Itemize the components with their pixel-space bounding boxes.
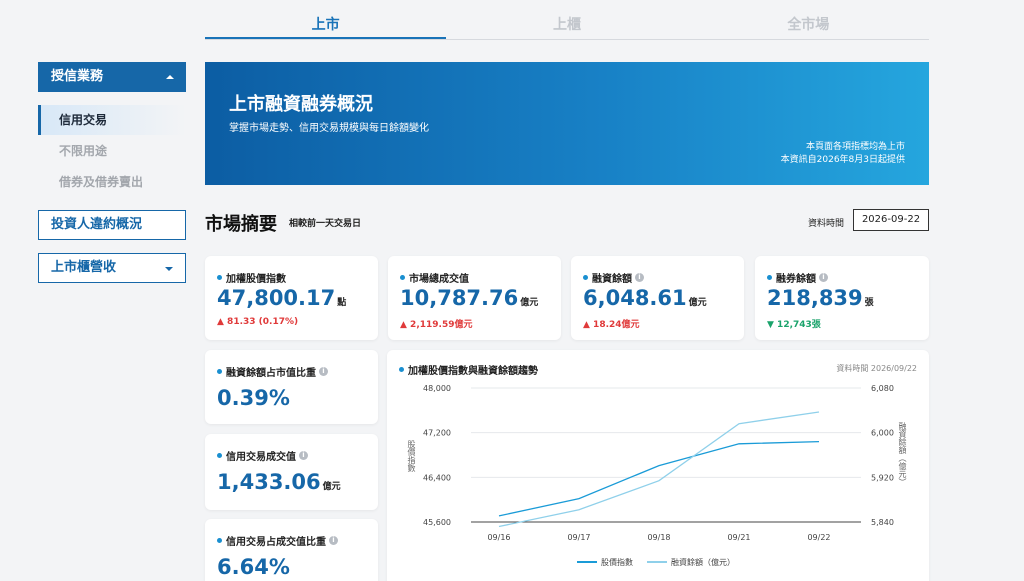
card-margin-ratio: 融資餘額占市值比重 i 0.39% — [205, 350, 378, 424]
card-unit: 點 — [337, 298, 347, 308]
card-value: 47,800.17 — [217, 286, 336, 310]
sidebar-item-unrestricted[interactable]: 不限用途 — [38, 136, 186, 166]
market-tabs: 上市 上櫃 全市場 — [205, 12, 929, 40]
card-value: 6,048.61 — [583, 286, 687, 310]
card-change: ▲ 81.33 (0.17%) — [217, 317, 299, 327]
sidebar-item-revenue[interactable]: 上市櫃營收 — [38, 253, 186, 283]
card-value: 218,839 — [767, 286, 863, 310]
card-value: 1,433.06 — [217, 470, 321, 494]
card-label: 加權股價指數 — [226, 274, 286, 285]
card-unit: 億元 — [520, 298, 539, 308]
series-line-1 — [498, 411, 820, 528]
card-unit: 億元 — [322, 482, 341, 492]
card-unit: 張 — [864, 298, 874, 308]
sidebar-item-securities-lending[interactable]: 借券及借券賣出 — [38, 167, 186, 197]
left-tick-label: 47,200 — [423, 429, 451, 438]
right-tick-label: 6,080 — [871, 384, 894, 393]
info-icon[interactable]: i — [319, 367, 328, 376]
info-icon[interactable]: i — [299, 451, 308, 460]
sidebar-section-credit[interactable]: 授信業務 — [38, 62, 186, 92]
chevron-up-icon — [166, 75, 174, 79]
bullet-icon — [217, 453, 222, 458]
x-tick-label: 09/21 — [727, 533, 750, 542]
data-date-field[interactable]: 2026-09-22 — [853, 209, 929, 231]
card-label: 融資餘額占市值比重 — [226, 368, 316, 379]
sidebar-item-investor-default[interactable]: 投資人違約概況 — [38, 210, 186, 240]
sidebar-item-revenue-label: 上市櫃營收 — [51, 260, 117, 275]
card-change: ▼ 12,743張 — [767, 320, 821, 330]
tab-otc[interactable]: 上櫃 — [446, 12, 687, 39]
hero-banner: 上市融資融券概況 掌握市場走勢、信用交易規模與每日餘額變化 本頁面各項指標均為上… — [205, 62, 929, 185]
card-value: 10,787.76 — [400, 286, 519, 310]
sidebar-section-label: 授信業務 — [51, 69, 104, 84]
card-value: 6.64% — [217, 555, 290, 579]
tab-listed[interactable]: 上市 — [205, 12, 447, 39]
x-tick-label: 09/16 — [487, 533, 510, 542]
series-line-0 — [498, 440, 820, 517]
card-taiex: 加權股價指數 47,800.17 點 ▲ 81.33 (0.17%) — [205, 256, 378, 340]
bullet-icon — [217, 538, 222, 543]
trend-chart-card: 加權股價指數與融資餘額趨勢 資料時間 2026/09/22 股價指數 融資餘額（… — [387, 350, 929, 581]
left-tick-label: 48,000 — [423, 384, 451, 393]
summary-title: 市場摘要 — [205, 214, 277, 235]
summary-subtitle: 相較前一天交易日 — [289, 219, 362, 229]
card-credit-turnover: 信用交易成交值 i 1,433.06 億元 — [205, 434, 378, 510]
bullet-icon — [217, 275, 222, 280]
chevron-down-icon — [165, 267, 173, 271]
card-label: 融券餘額 — [776, 274, 816, 285]
bullet-icon — [583, 275, 588, 280]
x-tick-label: 09/18 — [647, 533, 670, 542]
card-turnover: 市場總成交值 10,787.76 億元 ▲ 2,119.59億元 — [388, 256, 561, 340]
bullet-icon — [767, 275, 772, 280]
card-label: 融資餘額 — [592, 274, 632, 285]
card-value: 0.39% — [217, 386, 290, 410]
card-change: ▲ 2,119.59億元 — [400, 320, 473, 330]
card-label: 信用交易成交值 — [226, 452, 296, 463]
bullet-icon — [400, 275, 405, 280]
left-tick-label: 46,400 — [423, 473, 451, 482]
card-unit: 億元 — [688, 298, 707, 308]
card-change: ▲ 18.24億元 — [583, 320, 640, 330]
banner-subtitle: 掌握市場走勢、信用交易規模與每日餘額變化 — [229, 123, 429, 134]
banner-note-1: 本頁面各項指標均為上市 — [805, 142, 905, 152]
legend-label: 融資餘額（億元） — [671, 557, 735, 567]
legend-label: 股價指數 — [601, 557, 633, 567]
info-icon[interactable]: i — [819, 273, 828, 282]
right-tick-label: 5,920 — [871, 473, 894, 482]
card-short-balance: 融券餘額 i 218,839 張 ▼ 12,743張 — [755, 256, 929, 340]
card-label: 市場總成交值 — [409, 274, 469, 285]
info-icon[interactable]: i — [329, 536, 338, 545]
x-tick-label: 09/22 — [807, 533, 830, 542]
trend-chart: 48,000 6,080 47,200 6,000 46,400 5,920 45,600 5… — [423, 384, 894, 567]
card-credit-ratio: 信用交易占成交值比重 i 6.64% — [205, 519, 378, 581]
card-label: 信用交易占成交值比重 — [226, 537, 326, 548]
right-tick-label: 6,000 — [871, 429, 894, 438]
banner-note-2: 本資訊自2026年8月3日起提供 — [780, 155, 905, 165]
info-icon[interactable]: i — [635, 273, 644, 282]
banner-title: 上市融資融券概況 — [229, 94, 373, 115]
right-tick-label: 5,840 — [871, 518, 894, 527]
tab-all-market[interactable]: 全市場 — [688, 12, 929, 39]
sidebar-item-credit-trading[interactable]: 信用交易 — [38, 105, 186, 135]
bullet-icon — [217, 369, 222, 374]
data-date-label: 資料時間 — [808, 219, 845, 229]
left-tick-label: 45,600 — [423, 518, 451, 527]
card-margin-balance: 融資餘額 i 6,048.61 億元 ▲ 18.24億元 — [571, 256, 744, 340]
x-tick-label: 09/17 — [567, 533, 590, 542]
